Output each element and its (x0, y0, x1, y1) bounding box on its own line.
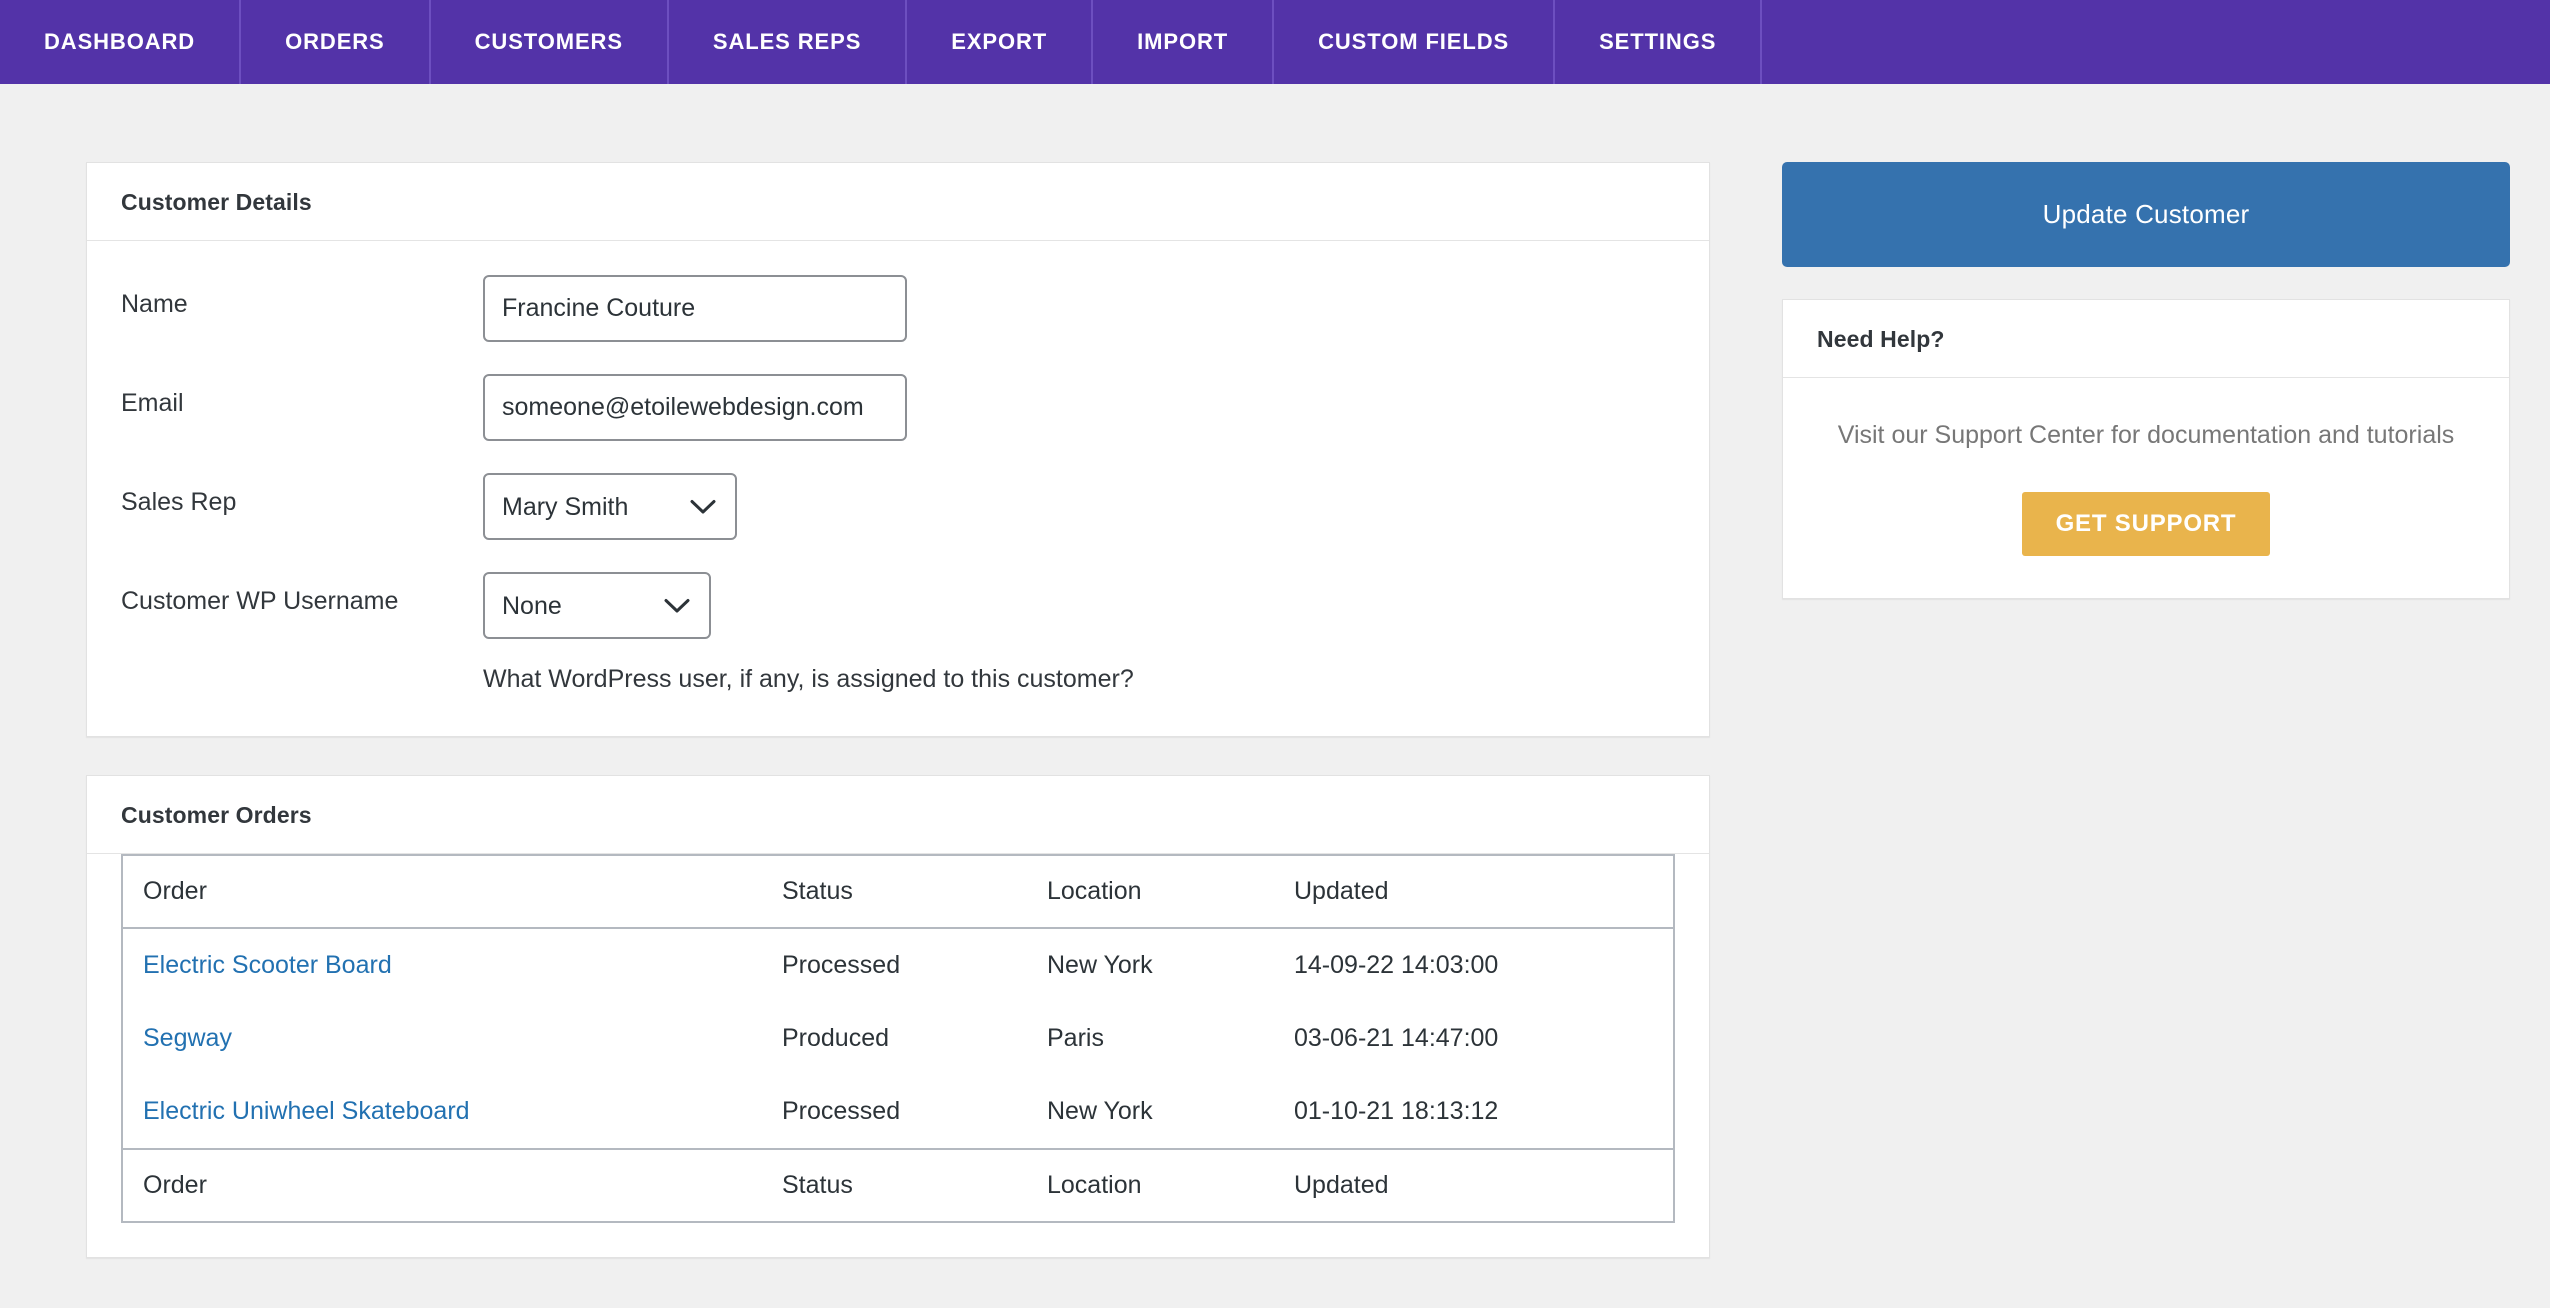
orders-table-body: Electric Scooter Board Processed New Yor… (122, 928, 1674, 1149)
nav-item-customers[interactable]: CUSTOMERS (431, 0, 669, 84)
wp-username-hint: What WordPress user, if any, is assigned… (483, 663, 1675, 696)
footer-header-location[interactable]: Location (1027, 1149, 1274, 1222)
top-navigation: DASHBOARD ORDERS CUSTOMERS SALES REPS EX… (0, 0, 2550, 84)
order-link[interactable]: Electric Uniwheel Skateboard (143, 1097, 470, 1125)
customer-details-body: Name Email Sales Rep (87, 241, 1709, 736)
customer-details-header: Customer Details (87, 163, 1709, 241)
need-help-title: Need Help? (1817, 326, 2475, 353)
customer-orders-title: Customer Orders (121, 802, 1675, 829)
table-footer-row: Order Status Location Updated (122, 1149, 1674, 1222)
email-field[interactable] (483, 374, 907, 441)
orders-table: Order Status Location Updated Electric S… (121, 854, 1675, 1223)
table-row: Segway Produced Paris 03-06-21 14:47:00 (122, 1002, 1674, 1075)
sales-rep-label: Sales Rep (121, 473, 483, 518)
sales-rep-control: Mary Smith (483, 473, 1675, 540)
order-link[interactable]: Electric Scooter Board (143, 951, 392, 979)
sidebar-column: Update Customer Need Help? Visit our Sup… (1782, 162, 2510, 599)
footer-header-status[interactable]: Status (762, 1149, 1027, 1222)
wp-username-select[interactable]: None (483, 572, 711, 639)
nav-item-dashboard[interactable]: DASHBOARD (0, 0, 241, 84)
nav-item-label: SALES REPS (713, 29, 861, 55)
cell-location: Paris (1027, 1002, 1274, 1075)
orders-table-head: Order Status Location Updated (122, 855, 1674, 928)
order-link[interactable]: Segway (143, 1024, 232, 1052)
nav-item-label: CUSTOMERS (475, 29, 623, 55)
nav-item-label: CUSTOM FIELDS (1318, 29, 1509, 55)
get-support-button[interactable]: GET SUPPORT (2022, 492, 2271, 556)
cell-location: New York (1027, 928, 1274, 1002)
main-column: Customer Details Name Email (86, 162, 1710, 1296)
orders-table-foot: Order Status Location Updated (122, 1149, 1674, 1222)
column-header-status[interactable]: Status (762, 855, 1027, 928)
wp-username-select-wrapper: None (483, 572, 711, 639)
nav-item-import[interactable]: IMPORT (1093, 0, 1274, 84)
customer-orders-header: Customer Orders (87, 776, 1709, 854)
table-row: Electric Uniwheel Skateboard Processed N… (122, 1075, 1674, 1149)
nav-item-custom-fields[interactable]: CUSTOM FIELDS (1274, 0, 1555, 84)
cell-updated: 03-06-21 14:47:00 (1274, 1002, 1674, 1075)
wp-username-label: Customer WP Username (121, 572, 483, 617)
page-content: Customer Details Name Email (0, 84, 2550, 1296)
cell-status: Processed (762, 1075, 1027, 1149)
need-help-body: Visit our Support Center for documentati… (1783, 378, 2509, 598)
column-header-location[interactable]: Location (1027, 855, 1274, 928)
name-label: Name (121, 275, 483, 320)
cell-status: Produced (762, 1002, 1027, 1075)
nav-item-label: DASHBOARD (44, 29, 195, 55)
need-help-panel: Need Help? Visit our Support Center for … (1782, 299, 2510, 599)
footer-header-updated[interactable]: Updated (1274, 1149, 1674, 1222)
wp-username-control: None What WordPress user, if any, is ass… (483, 572, 1675, 696)
form-row-wp-username: Customer WP Username None (121, 572, 1675, 696)
cell-order: Electric Uniwheel Skateboard (122, 1075, 762, 1149)
form-row-sales-rep: Sales Rep Mary Smith (121, 473, 1675, 540)
nav-item-label: EXPORT (951, 29, 1047, 55)
customer-details-panel: Customer Details Name Email (86, 162, 1710, 737)
nav-item-orders[interactable]: ORDERS (241, 0, 431, 84)
table-header-row: Order Status Location Updated (122, 855, 1674, 928)
nav-item-sales-reps[interactable]: SALES REPS (669, 0, 907, 84)
page-title: Customer Details (121, 189, 1675, 216)
cell-updated: 14-09-22 14:03:00 (1274, 928, 1674, 1002)
column-header-updated[interactable]: Updated (1274, 855, 1674, 928)
nav-item-label: IMPORT (1137, 29, 1228, 55)
sales-rep-select-wrapper: Mary Smith (483, 473, 737, 540)
nav-item-label: ORDERS (285, 29, 385, 55)
cell-location: New York (1027, 1075, 1274, 1149)
column-header-order[interactable]: Order (122, 855, 762, 928)
form-row-email: Email (121, 374, 1675, 441)
cell-order: Electric Scooter Board (122, 928, 762, 1002)
table-row: Electric Scooter Board Processed New Yor… (122, 928, 1674, 1002)
email-control (483, 374, 1675, 441)
form-row-name: Name (121, 275, 1675, 342)
update-customer-button[interactable]: Update Customer (1782, 162, 2510, 267)
need-help-header: Need Help? (1783, 300, 2509, 378)
cell-order: Segway (122, 1002, 762, 1075)
orders-table-wrapper: Order Status Location Updated Electric S… (87, 854, 1709, 1257)
cell-updated: 01-10-21 18:13:12 (1274, 1075, 1674, 1149)
email-label: Email (121, 374, 483, 419)
nav-item-label: SETTINGS (1599, 29, 1716, 55)
content-columns: Customer Details Name Email (0, 84, 2550, 1296)
customer-orders-panel: Customer Orders Order Status Location Up… (86, 775, 1710, 1258)
nav-item-export[interactable]: EXPORT (907, 0, 1093, 84)
nav-item-settings[interactable]: SETTINGS (1555, 0, 1762, 84)
nav-empty-space (1762, 0, 2550, 84)
footer-header-order[interactable]: Order (122, 1149, 762, 1222)
cell-status: Processed (762, 928, 1027, 1002)
sales-rep-select[interactable]: Mary Smith (483, 473, 737, 540)
name-control (483, 275, 1675, 342)
name-input[interactable] (483, 275, 907, 342)
support-center-text: Visit our Support Center for documentati… (1817, 418, 2475, 454)
